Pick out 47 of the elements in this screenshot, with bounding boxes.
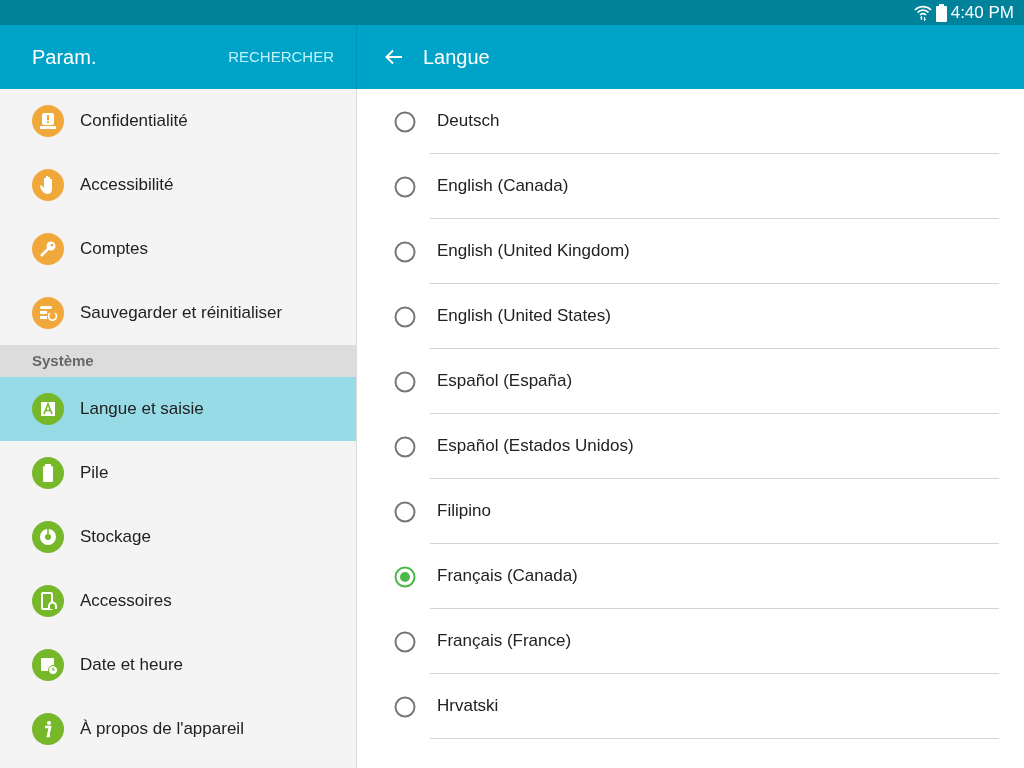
radio-button[interactable] xyxy=(394,435,416,458)
settings-item[interactable]: Langue et saisie xyxy=(0,377,356,441)
settings-title: Param. xyxy=(32,45,97,70)
back-button[interactable] xyxy=(385,48,403,66)
warning-light-icon xyxy=(32,105,64,137)
settings-item[interactable]: Date et heure xyxy=(0,633,356,697)
battery-icon xyxy=(935,3,947,22)
language-option[interactable]: English (Canada) xyxy=(430,154,999,219)
clock-time: 4:40 PM xyxy=(950,1,1014,24)
settings-item[interactable]: Pile xyxy=(0,441,356,505)
letter-icon xyxy=(32,393,64,425)
language-option[interactable]: English (United Kingdom) xyxy=(430,219,999,284)
radio-button[interactable] xyxy=(394,370,416,393)
key-icon xyxy=(32,233,64,265)
radio-button[interactable] xyxy=(394,110,416,133)
radio-button[interactable] xyxy=(394,630,416,653)
language-option[interactable]: Français (Canada) xyxy=(430,544,999,609)
settings-item[interactable]: Accessibilité xyxy=(0,153,356,217)
language-option[interactable]: Filipino xyxy=(430,479,999,544)
language-option[interactable]: Español (Estados Unidos) xyxy=(430,414,999,479)
settings-item[interactable]: Comptes xyxy=(0,217,356,281)
radio-button[interactable] xyxy=(394,175,416,198)
wifi-icon xyxy=(913,4,932,21)
radio-button[interactable] xyxy=(394,240,416,263)
page-title: Langue xyxy=(423,45,490,70)
pie-chart-icon xyxy=(32,521,64,553)
calendar-clock-icon xyxy=(32,649,64,681)
settings-item[interactable]: Confidentialité xyxy=(0,89,356,153)
language-option[interactable]: English (United States) xyxy=(430,284,999,349)
radio-button[interactable] xyxy=(394,695,416,718)
settings-item[interactable]: Stockage xyxy=(0,505,356,569)
info-icon xyxy=(32,713,64,745)
radio-button[interactable] xyxy=(394,565,416,588)
hand-icon xyxy=(32,169,64,201)
section-header: Système xyxy=(0,345,356,377)
settings-item[interactable]: Accessoires xyxy=(0,569,356,633)
language-option[interactable]: Deutsch xyxy=(430,89,999,154)
language-option[interactable]: Hrvatski xyxy=(430,674,999,739)
language-option[interactable]: Français (France) xyxy=(430,609,999,674)
radio-button[interactable] xyxy=(394,500,416,523)
backup-icon xyxy=(32,297,64,329)
settings-item[interactable]: À propos de l'appareil xyxy=(0,697,356,761)
language-option[interactable]: Español (España) xyxy=(430,349,999,414)
settings-item[interactable]: Sauvegarder et réinitialiser xyxy=(0,281,356,345)
battery-icon xyxy=(32,457,64,489)
tablet-headset-icon xyxy=(32,585,64,617)
radio-button[interactable] xyxy=(394,305,416,328)
